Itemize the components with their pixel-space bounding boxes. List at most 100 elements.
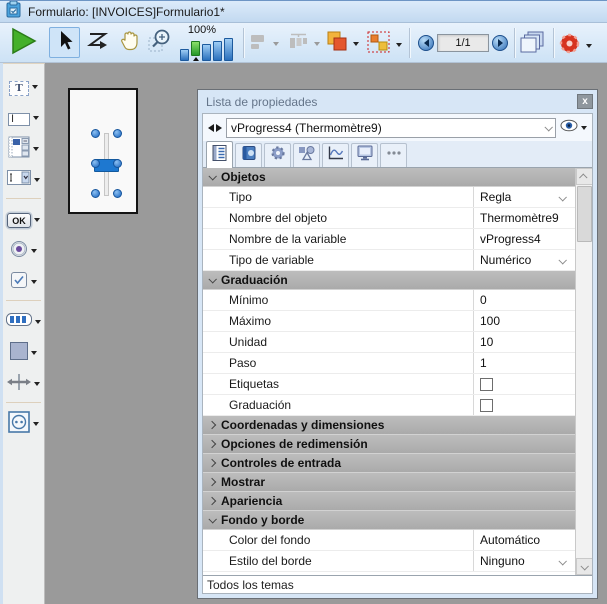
dropdown-arrow-icon[interactable]: [31, 351, 37, 355]
dropdown-arrow-icon[interactable]: [396, 43, 402, 47]
section-header[interactable]: Coordenadas y dimensiones: [203, 416, 575, 435]
property-value[interactable]: 100: [473, 311, 575, 331]
property-value[interactable]: 10: [473, 332, 575, 352]
dropdown-arrow-icon[interactable]: [33, 116, 39, 120]
zoom-tool-button[interactable]: [147, 30, 173, 56]
zoom-bars-control[interactable]: [180, 37, 233, 61]
checkbox[interactable]: [480, 378, 493, 391]
chevron-down-icon[interactable]: [558, 557, 566, 565]
plugin-area-tool[interactable]: [3, 411, 44, 437]
tab-settings[interactable]: [264, 143, 291, 167]
zoom-bar-4[interactable]: [213, 41, 222, 61]
distribute-tool-button[interactable]: [287, 32, 320, 56]
dropdown-arrow-icon[interactable]: [586, 44, 592, 48]
zoom-bar-3[interactable]: [202, 44, 211, 61]
dropdown-arrow-icon[interactable]: [32, 85, 38, 89]
property-label: Nombre de la variable: [203, 229, 473, 249]
next-page-button[interactable]: [492, 35, 508, 51]
dropdown-arrow-icon[interactable]: [314, 42, 320, 46]
property-value[interactable]: vProgress4: [473, 229, 575, 249]
property-value[interactable]: Regla: [473, 187, 575, 207]
selection-handle[interactable]: [91, 189, 100, 198]
dropdown-arrow-icon[interactable]: [35, 320, 41, 324]
input-field-tool[interactable]: I: [3, 105, 44, 131]
panel-title: Lista de propiedades: [206, 95, 577, 109]
zoom-bar-1[interactable]: [180, 49, 189, 61]
checkbox[interactable]: [480, 399, 493, 412]
property-value[interactable]: [473, 395, 575, 415]
selection-handle[interactable]: [91, 129, 100, 138]
radio-button-tool[interactable]: [3, 238, 44, 264]
list-box-tool[interactable]: [3, 136, 44, 162]
selection-handle[interactable]: [113, 189, 122, 198]
tab-data[interactable]: [235, 143, 262, 167]
pan-tool-button[interactable]: [116, 30, 142, 56]
zoom-bar-5[interactable]: [224, 38, 233, 61]
tab-more[interactable]: [380, 143, 407, 167]
property-value[interactable]: 1: [473, 353, 575, 373]
selection-handle[interactable]: [113, 159, 122, 168]
dropdown-arrow-icon[interactable]: [353, 42, 359, 46]
tab-events[interactable]: [322, 143, 349, 167]
group-tool-button[interactable]: [367, 31, 402, 58]
checkbox-tool[interactable]: [3, 269, 44, 295]
text-tool[interactable]: T: [3, 74, 44, 100]
selection-handle[interactable]: [91, 159, 100, 168]
property-value[interactable]: 0: [473, 290, 575, 310]
dropdown-arrow-icon[interactable]: [33, 147, 39, 151]
panel-titlebar[interactable]: Lista de propiedades x: [198, 90, 597, 113]
button-tool[interactable]: OK: [3, 207, 44, 233]
combo-box-tool[interactable]: [3, 167, 44, 193]
next-object-icon[interactable]: [216, 124, 222, 132]
zoom-bar-current[interactable]: [191, 41, 200, 56]
scroll-up-button[interactable]: [576, 168, 593, 185]
select-tool-button[interactable]: [49, 27, 80, 58]
section-header[interactable]: Fondo y borde: [203, 511, 575, 530]
section-header[interactable]: Graduación: [203, 271, 575, 290]
selection-handle[interactable]: [113, 129, 122, 138]
section-header[interactable]: Mostrar: [203, 473, 575, 492]
form-pages-button[interactable]: [519, 30, 549, 62]
scrollbar-thumb[interactable]: [577, 186, 592, 242]
dropdown-arrow-icon[interactable]: [581, 126, 587, 130]
property-value[interactable]: Ninguno: [473, 551, 575, 571]
dropdown-arrow-icon[interactable]: [31, 249, 37, 253]
chevron-down-icon[interactable]: [558, 256, 566, 264]
layer-tool-button[interactable]: [326, 30, 359, 58]
chevron-down-icon[interactable]: [558, 193, 566, 201]
form-canvas[interactable]: [68, 88, 138, 214]
vertical-scrollbar[interactable]: [575, 168, 592, 575]
entry-order-tool-button[interactable]: [86, 31, 112, 55]
splitter-tool[interactable]: [3, 371, 44, 397]
tab-all-properties[interactable]: [206, 141, 233, 168]
tab-objects[interactable]: [293, 143, 320, 167]
dropdown-arrow-icon[interactable]: [34, 178, 40, 182]
property-value[interactable]: Numérico: [473, 250, 575, 270]
progress-tool[interactable]: [3, 309, 44, 335]
rectangle-tool[interactable]: [3, 340, 44, 366]
property-value[interactable]: [473, 374, 575, 394]
property-label: Estilo del borde: [203, 551, 473, 571]
property-row: Color del fondoAutomático: [203, 530, 575, 551]
section-header[interactable]: Opciones de redimensión: [203, 435, 575, 454]
property-value[interactable]: Thermomètre9: [473, 208, 575, 228]
dropdown-arrow-icon[interactable]: [33, 422, 39, 426]
previous-object-icon[interactable]: [208, 124, 214, 132]
section-header[interactable]: Apariencia: [203, 492, 575, 511]
prev-page-button[interactable]: [418, 35, 434, 51]
run-form-button[interactable]: [8, 28, 38, 58]
tab-display[interactable]: [351, 143, 378, 167]
close-icon[interactable]: x: [577, 94, 593, 109]
view-options-button[interactable]: [560, 119, 587, 137]
dropdown-arrow-icon[interactable]: [34, 382, 40, 386]
dropdown-arrow-icon[interactable]: [31, 280, 37, 284]
align-tool-button[interactable]: [249, 32, 279, 56]
settings-button[interactable]: [558, 32, 592, 60]
dropdown-arrow-icon[interactable]: [273, 42, 279, 46]
scroll-down-button[interactable]: [576, 558, 593, 575]
object-selector-combo[interactable]: vProgress4 (Thermomètre9): [226, 118, 556, 138]
property-value[interactable]: Automático: [473, 530, 575, 550]
section-header[interactable]: Objetos: [203, 168, 575, 187]
section-header[interactable]: Controles de entrada: [203, 454, 575, 473]
dropdown-arrow-icon[interactable]: [34, 218, 40, 222]
